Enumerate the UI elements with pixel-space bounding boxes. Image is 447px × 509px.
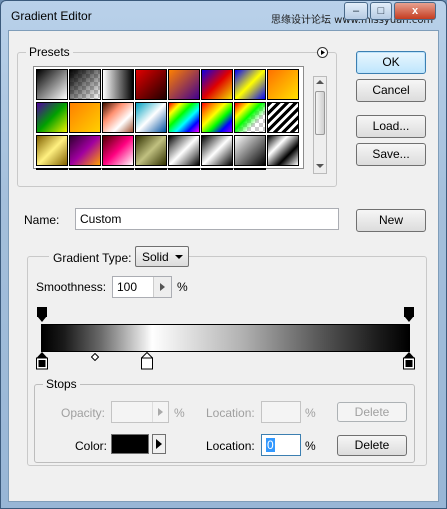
dialog-body: Presets OK Cancel Load... Save... Name: …: [8, 30, 439, 502]
close-button[interactable]: x: [394, 2, 436, 20]
preset-swatch[interactable]: [102, 168, 134, 170]
preset-swatch[interactable]: [69, 135, 101, 166]
name-label: Name:: [24, 213, 60, 227]
new-button[interactable]: New: [356, 209, 426, 232]
preset-swatch[interactable]: [168, 168, 200, 170]
opacity-location-input[interactable]: [261, 401, 301, 423]
preset-swatch[interactable]: [201, 135, 233, 166]
color-label: Color:: [75, 439, 108, 453]
gradient-preview-bar[interactable]: [41, 324, 410, 352]
color-stop-right[interactable]: [403, 352, 415, 370]
opacity-stop-left[interactable]: [37, 307, 47, 323]
scrollbar-thumb[interactable]: [315, 91, 325, 135]
preset-swatch[interactable]: [234, 69, 266, 100]
opacity-input[interactable]: [111, 401, 169, 423]
color-location-label: Location:: [206, 439, 255, 453]
preset-swatch[interactable]: [69, 168, 101, 170]
preset-swatch[interactable]: [234, 102, 266, 133]
preset-swatch[interactable]: [36, 102, 68, 133]
preset-swatch[interactable]: [36, 135, 68, 166]
color-picker-button[interactable]: [152, 434, 166, 454]
opacity-delete-button[interactable]: Delete: [337, 402, 407, 422]
opacity-stop-right[interactable]: [404, 307, 414, 323]
circle-arrow-right-icon[interactable]: [317, 47, 328, 58]
preset-swatch[interactable]: [168, 69, 200, 100]
minimize-button[interactable]: –: [344, 2, 368, 20]
gradient-type-label: Gradient Type:: [49, 251, 136, 265]
preset-swatch[interactable]: [36, 168, 68, 170]
load-button[interactable]: Load...: [356, 115, 426, 138]
smoothness-unit: %: [177, 280, 188, 294]
color-swatch[interactable]: [111, 434, 149, 454]
preset-swatch[interactable]: [135, 102, 167, 133]
preset-swatch[interactable]: [36, 69, 68, 100]
gradient-editor-window: Gradient Editor 思缘设计论坛 www.missyuan.com …: [0, 0, 447, 509]
preset-swatch[interactable]: [135, 168, 167, 170]
preset-swatch[interactable]: [201, 69, 233, 100]
preset-swatch[interactable]: [102, 69, 134, 100]
preset-swatch[interactable]: [135, 69, 167, 100]
title-bar[interactable]: Gradient Editor 思缘设计论坛 www.missyuan.com …: [1, 1, 446, 31]
gradient-type-value: Solid: [142, 250, 169, 264]
presets-grid: [33, 66, 304, 170]
preset-swatch[interactable]: [102, 135, 134, 166]
stops-label: Stops: [43, 377, 80, 391]
smoothness-label: Smoothness:: [36, 280, 107, 294]
chevron-right-icon: [160, 283, 165, 291]
ok-button[interactable]: OK: [356, 51, 426, 74]
name-input[interactable]: Custom: [75, 208, 339, 230]
smoothness-input[interactable]: 100: [112, 276, 172, 298]
maximize-button[interactable]: □: [370, 2, 392, 20]
color-delete-button[interactable]: Delete: [337, 435, 407, 456]
preset-swatch[interactable]: [102, 102, 134, 133]
preset-swatch[interactable]: [267, 102, 299, 133]
save-button[interactable]: Save...: [356, 143, 426, 166]
preset-swatch[interactable]: [69, 102, 101, 133]
preset-swatch[interactable]: [234, 168, 266, 170]
presets-scrollbar[interactable]: [313, 76, 327, 174]
chevron-right-icon: [156, 439, 162, 449]
opacity-location-unit: %: [305, 406, 316, 420]
presets-label: Presets: [26, 45, 73, 59]
preset-swatch[interactable]: [267, 135, 299, 166]
chevron-down-icon: [175, 255, 183, 259]
color-stop-white[interactable]: [141, 352, 153, 370]
color-location-input[interactable]: 0: [261, 434, 301, 456]
preset-swatch[interactable]: [69, 69, 101, 100]
smoothness-value: 100: [117, 280, 138, 294]
preset-swatch[interactable]: [267, 69, 299, 100]
color-location-unit: %: [305, 439, 316, 453]
preset-swatch[interactable]: [168, 135, 200, 166]
preset-swatch[interactable]: [168, 102, 200, 133]
opacity-stepper[interactable]: [152, 402, 168, 422]
color-location-value: 0: [266, 438, 275, 452]
opacity-unit: %: [174, 406, 185, 420]
opacity-label: Opacity:: [61, 406, 106, 420]
scroll-up-icon[interactable]: [316, 80, 324, 84]
color-stop-left-selected[interactable]: [36, 352, 48, 370]
scroll-down-icon[interactable]: [316, 164, 324, 168]
midpoint-diamond[interactable]: [91, 353, 99, 361]
cancel-button[interactable]: Cancel: [356, 79, 426, 102]
gradient-type-select[interactable]: Solid: [135, 246, 189, 267]
window-title: Gradient Editor: [11, 9, 92, 23]
opacity-location-label: Location:: [206, 406, 255, 420]
chevron-right-icon: [158, 408, 163, 416]
preset-swatch[interactable]: [201, 102, 233, 133]
smoothness-stepper[interactable]: [153, 277, 171, 297]
preset-swatch[interactable]: [234, 135, 266, 166]
preset-swatch[interactable]: [135, 135, 167, 166]
preset-swatch[interactable]: [201, 168, 233, 170]
